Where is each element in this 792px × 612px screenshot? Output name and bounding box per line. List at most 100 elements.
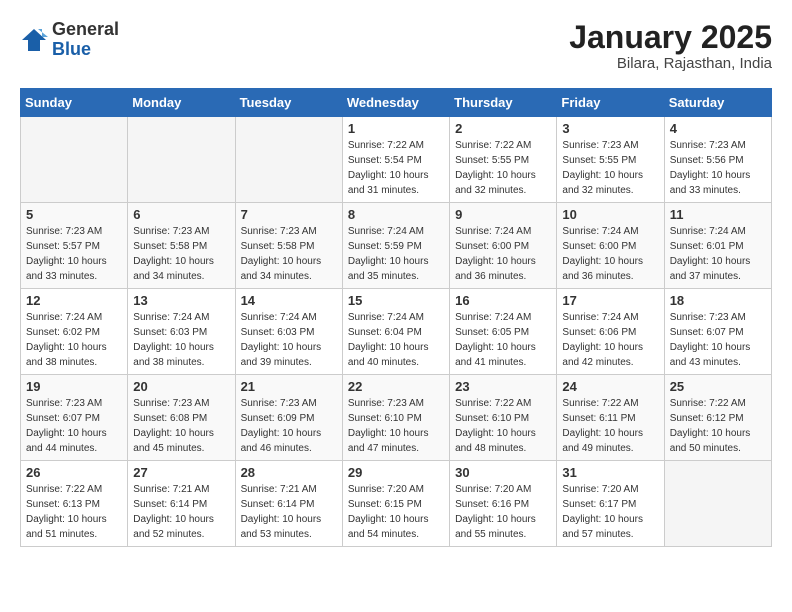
day-info: Sunrise: 7:24 AMSunset: 6:02 PMDaylight:… <box>26 310 122 370</box>
calendar-day-cell: 3 Sunrise: 7:23 AMSunset: 5:55 PMDaylight… <box>557 117 664 203</box>
calendar-day-cell: 29 Sunrise: 7:20 AMSunset: 6:15 PMDayligh… <box>342 461 449 547</box>
day-number: 28 <box>241 465 337 480</box>
weekday-header-thursday: Thursday <box>450 89 557 117</box>
day-info: Sunrise: 7:23 AMSunset: 5:56 PMDaylight:… <box>670 138 766 198</box>
day-info: Sunrise: 7:21 AMSunset: 6:14 PMDaylight:… <box>241 482 337 542</box>
calendar-day-cell: 8 Sunrise: 7:24 AMSunset: 5:59 PMDaylight… <box>342 203 449 289</box>
day-info: Sunrise: 7:22 AMSunset: 5:55 PMDaylight:… <box>455 138 551 198</box>
calendar-day-cell: 11 Sunrise: 7:24 AMSunset: 6:01 PMDayligh… <box>664 203 771 289</box>
calendar-empty-cell <box>128 117 235 203</box>
day-info: Sunrise: 7:22 AMSunset: 6:11 PMDaylight:… <box>562 396 658 456</box>
day-info: Sunrise: 7:24 AMSunset: 6:01 PMDaylight:… <box>670 224 766 284</box>
calendar-week-row: 12 Sunrise: 7:24 AMSunset: 6:02 PMDayligh… <box>21 289 772 375</box>
calendar-day-cell: 15 Sunrise: 7:24 AMSunset: 6:04 PMDayligh… <box>342 289 449 375</box>
calendar-empty-cell <box>235 117 342 203</box>
calendar-day-cell: 28 Sunrise: 7:21 AMSunset: 6:14 PMDayligh… <box>235 461 342 547</box>
day-number: 12 <box>26 293 122 308</box>
day-number: 19 <box>26 379 122 394</box>
weekday-header-saturday: Saturday <box>664 89 771 117</box>
day-number: 1 <box>348 121 444 136</box>
day-info: Sunrise: 7:23 AMSunset: 6:08 PMDaylight:… <box>133 396 229 456</box>
day-info: Sunrise: 7:24 AMSunset: 6:04 PMDaylight:… <box>348 310 444 370</box>
calendar-day-cell: 24 Sunrise: 7:22 AMSunset: 6:11 PMDayligh… <box>557 375 664 461</box>
day-number: 9 <box>455 207 551 222</box>
day-number: 7 <box>241 207 337 222</box>
day-number: 15 <box>348 293 444 308</box>
day-number: 17 <box>562 293 658 308</box>
day-info: Sunrise: 7:23 AMSunset: 6:10 PMDaylight:… <box>348 396 444 456</box>
weekday-header-friday: Friday <box>557 89 664 117</box>
day-info: Sunrise: 7:23 AMSunset: 5:55 PMDaylight:… <box>562 138 658 198</box>
day-number: 21 <box>241 379 337 394</box>
calendar-day-cell: 19Sunrise: 7:23 AMSunset: 6:07 PMDayligh… <box>21 375 128 461</box>
day-number: 18 <box>670 293 766 308</box>
day-number: 27 <box>133 465 229 480</box>
day-info: Sunrise: 7:24 AMSunset: 5:59 PMDaylight:… <box>348 224 444 284</box>
calendar-week-row: 1 Sunrise: 7:22 AMSunset: 5:54 PMDaylight… <box>21 117 772 203</box>
calendar-day-cell: 30 Sunrise: 7:20 AMSunset: 6:16 PMDayligh… <box>450 461 557 547</box>
day-number: 11 <box>670 207 766 222</box>
calendar-table: SundayMondayTuesdayWednesdayThursdayFrid… <box>20 88 772 547</box>
calendar-day-cell: 22Sunrise: 7:23 AMSunset: 6:10 PMDayligh… <box>342 375 449 461</box>
day-info: Sunrise: 7:23 AMSunset: 5:58 PMDaylight:… <box>241 224 337 284</box>
day-number: 10 <box>562 207 658 222</box>
day-info: Sunrise: 7:22 AMSunset: 6:10 PMDaylight:… <box>455 396 551 456</box>
day-info: Sunrise: 7:24 AMSunset: 6:05 PMDaylight:… <box>455 310 551 370</box>
day-info: Sunrise: 7:24 AMSunset: 6:00 PMDaylight:… <box>562 224 658 284</box>
month-title: January 2025 <box>569 20 772 55</box>
day-info: Sunrise: 7:20 AMSunset: 6:15 PMDaylight:… <box>348 482 444 542</box>
calendar-week-row: 26Sunrise: 7:22 AMSunset: 6:13 PMDayligh… <box>21 461 772 547</box>
calendar-day-cell: 2 Sunrise: 7:22 AMSunset: 5:55 PMDaylight… <box>450 117 557 203</box>
day-number: 16 <box>455 293 551 308</box>
day-info: Sunrise: 7:20 AMSunset: 6:17 PMDaylight:… <box>562 482 658 542</box>
day-info: Sunrise: 7:24 AMSunset: 6:03 PMDaylight:… <box>133 310 229 370</box>
title-block: January 2025 Bilara, Rajasthan, India <box>569 20 772 72</box>
day-info: Sunrise: 7:23 AMSunset: 5:58 PMDaylight:… <box>133 224 229 284</box>
day-info: Sunrise: 7:20 AMSunset: 6:16 PMDaylight:… <box>455 482 551 542</box>
calendar-day-cell: 9 Sunrise: 7:24 AMSunset: 6:00 PMDaylight… <box>450 203 557 289</box>
calendar-day-cell: 10 Sunrise: 7:24 AMSunset: 6:00 PMDayligh… <box>557 203 664 289</box>
day-number: 6 <box>133 207 229 222</box>
calendar-day-cell: 16 Sunrise: 7:24 AMSunset: 6:05 PMDayligh… <box>450 289 557 375</box>
calendar-day-cell: 17 Sunrise: 7:24 AMSunset: 6:06 PMDayligh… <box>557 289 664 375</box>
day-number: 24 <box>562 379 658 394</box>
calendar-day-cell: 14 Sunrise: 7:24 AMSunset: 6:03 PMDayligh… <box>235 289 342 375</box>
weekday-header-monday: Monday <box>128 89 235 117</box>
logo-general-text: General <box>52 20 119 40</box>
calendar-day-cell: 23 Sunrise: 7:22 AMSunset: 6:10 PMDayligh… <box>450 375 557 461</box>
day-number: 29 <box>348 465 444 480</box>
day-info: Sunrise: 7:24 AMSunset: 6:06 PMDaylight:… <box>562 310 658 370</box>
logo-blue-text: Blue <box>52 40 119 60</box>
day-info: Sunrise: 7:22 AMSunset: 5:54 PMDaylight:… <box>348 138 444 198</box>
calendar-header-row: SundayMondayTuesdayWednesdayThursdayFrid… <box>21 89 772 117</box>
calendar-week-row: 19Sunrise: 7:23 AMSunset: 6:07 PMDayligh… <box>21 375 772 461</box>
day-number: 8 <box>348 207 444 222</box>
day-number: 3 <box>562 121 658 136</box>
calendar-day-cell: 6 Sunrise: 7:23 AMSunset: 5:58 PMDaylight… <box>128 203 235 289</box>
calendar-day-cell: 1 Sunrise: 7:22 AMSunset: 5:54 PMDaylight… <box>342 117 449 203</box>
day-info: Sunrise: 7:24 AMSunset: 6:03 PMDaylight:… <box>241 310 337 370</box>
day-info: Sunrise: 7:23 AMSunset: 5:57 PMDaylight:… <box>26 224 122 284</box>
calendar-day-cell: 20 Sunrise: 7:23 AMSunset: 6:08 PMDayligh… <box>128 375 235 461</box>
day-number: 14 <box>241 293 337 308</box>
day-info: Sunrise: 7:24 AMSunset: 6:00 PMDaylight:… <box>455 224 551 284</box>
calendar-day-cell: 25Sunrise: 7:22 AMSunset: 6:12 PMDayligh… <box>664 375 771 461</box>
calendar-day-cell: 13Sunrise: 7:24 AMSunset: 6:03 PMDayligh… <box>128 289 235 375</box>
day-number: 30 <box>455 465 551 480</box>
calendar-day-cell: 7 Sunrise: 7:23 AMSunset: 5:58 PMDaylight… <box>235 203 342 289</box>
day-info: Sunrise: 7:21 AMSunset: 6:14 PMDaylight:… <box>133 482 229 542</box>
day-number: 23 <box>455 379 551 394</box>
logo-icon <box>20 26 48 54</box>
day-number: 2 <box>455 121 551 136</box>
day-info: Sunrise: 7:23 AMSunset: 6:07 PMDaylight:… <box>670 310 766 370</box>
day-number: 4 <box>670 121 766 136</box>
day-number: 26 <box>26 465 122 480</box>
weekday-header-tuesday: Tuesday <box>235 89 342 117</box>
calendar-day-cell: 21Sunrise: 7:23 AMSunset: 6:09 PMDayligh… <box>235 375 342 461</box>
location-subtitle: Bilara, Rajasthan, India <box>569 55 772 72</box>
calendar-empty-cell <box>664 461 771 547</box>
logo: General Blue <box>20 20 119 60</box>
day-number: 20 <box>133 379 229 394</box>
calendar-week-row: 5Sunrise: 7:23 AMSunset: 5:57 PMDaylight… <box>21 203 772 289</box>
logo-text: General Blue <box>52 20 119 60</box>
